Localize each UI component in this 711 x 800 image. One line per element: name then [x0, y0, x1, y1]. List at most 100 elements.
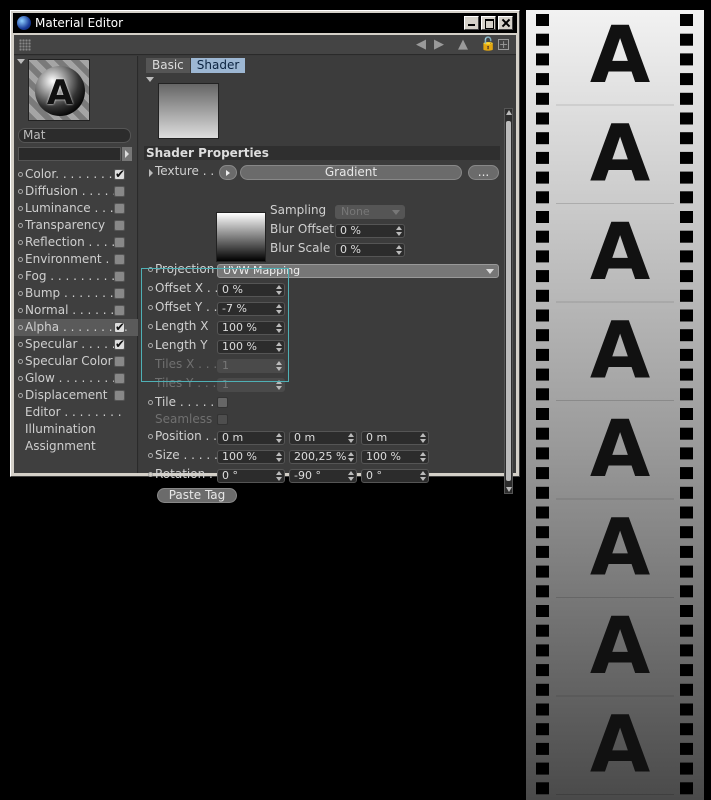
keyframe-dot-icon[interactable]: [148, 324, 153, 329]
channel-reflection[interactable]: Reflection . . . .: [14, 234, 138, 251]
spinner-icon[interactable]: [396, 245, 402, 255]
keyframe-dot-icon[interactable]: [148, 305, 153, 310]
maximize-button[interactable]: [481, 16, 496, 30]
channel-checkbox[interactable]: [114, 390, 125, 401]
channel-checkbox[interactable]: [114, 336, 125, 353]
channel-checkbox[interactable]: [114, 203, 125, 214]
close-button[interactable]: [498, 16, 513, 30]
channel-specular-color[interactable]: Specular Color: [14, 353, 138, 370]
channel-checkbox[interactable]: [114, 373, 125, 384]
tab-basic[interactable]: Basic: [146, 58, 190, 73]
arrow-right-icon[interactable]: ▶: [432, 38, 446, 52]
keyframe-dot-icon[interactable]: [18, 342, 23, 347]
offset-x-input[interactable]: 0 %: [217, 283, 285, 297]
spinner-icon[interactable]: [348, 471, 354, 481]
channel-checkbox[interactable]: [114, 319, 125, 336]
grip-icon[interactable]: [19, 39, 31, 51]
material-name-field[interactable]: Mat: [18, 128, 131, 143]
channel-bump[interactable]: Bump . . . . . . . .: [14, 285, 138, 302]
lock-icon[interactable]: 🔓: [480, 38, 496, 52]
keyframe-dot-icon[interactable]: [148, 453, 153, 458]
keyframe-dot-icon[interactable]: [18, 308, 23, 313]
blur-offset-input[interactable]: 0 %: [335, 224, 405, 238]
channel-checkbox[interactable]: [114, 271, 125, 282]
channel-checkbox[interactable]: [114, 254, 125, 265]
scroll-thumb[interactable]: [506, 121, 511, 481]
spinner-icon[interactable]: [276, 452, 282, 462]
keyframe-dot-icon[interactable]: [18, 240, 23, 245]
channel-normal[interactable]: Normal . . . . . .: [14, 302, 138, 319]
keyframe-dot-icon[interactable]: [148, 267, 153, 272]
spinner-icon[interactable]: [396, 226, 402, 236]
title-bar[interactable]: Material Editor: [13, 13, 517, 33]
keyframe-dot-icon[interactable]: [18, 274, 23, 279]
keyframe-dot-icon[interactable]: [18, 206, 23, 211]
keyframe-dot-icon[interactable]: [18, 359, 23, 364]
length-y-input[interactable]: 100 %: [217, 340, 285, 354]
channel-checkbox[interactable]: [114, 237, 125, 248]
tile-checkbox[interactable]: [217, 397, 228, 408]
keyframe-dot-icon[interactable]: [18, 172, 23, 177]
channel-environment[interactable]: Environment . .: [14, 251, 138, 268]
spinner-icon[interactable]: [348, 433, 354, 443]
spinner-icon[interactable]: [420, 433, 426, 443]
keyframe-dot-icon[interactable]: [148, 472, 153, 477]
texture-menu-button[interactable]: [219, 165, 237, 180]
channel-color[interactable]: Color. . . . . . . .: [14, 166, 138, 183]
channel-checkbox[interactable]: [114, 356, 125, 367]
texture-expand-icon[interactable]: [149, 169, 153, 177]
rotation-b-input[interactable]: 0 °: [361, 469, 429, 483]
scroll-down-icon[interactable]: [506, 487, 512, 492]
spinner-icon[interactable]: [276, 471, 282, 481]
channel-luminance[interactable]: Luminance . . .: [14, 200, 138, 217]
position-x-input[interactable]: 0 m: [217, 431, 285, 445]
channel-illumination[interactable]: Illumination: [14, 421, 138, 438]
projection-dropdown[interactable]: UVW Mapping: [217, 264, 499, 278]
channel-specular[interactable]: Specular . . . . .: [14, 336, 138, 353]
paste-tag-button[interactable]: Paste Tag: [157, 488, 237, 503]
channel-checkbox[interactable]: [114, 305, 125, 316]
channel-diffusion[interactable]: Diffusion . . . . . .: [14, 183, 138, 200]
rotation-h-input[interactable]: 0 °: [217, 469, 285, 483]
new-window-icon[interactable]: +: [498, 39, 509, 50]
keyframe-dot-icon[interactable]: [148, 286, 153, 291]
scroll-up-icon[interactable]: [506, 110, 512, 115]
channel-transparency[interactable]: Transparency: [14, 217, 138, 234]
size-y-input[interactable]: 200,25 %: [289, 450, 357, 464]
spinner-icon[interactable]: [348, 452, 354, 462]
rotation-p-input[interactable]: -90 °: [289, 469, 357, 483]
size-z-input[interactable]: 100 %: [361, 450, 429, 464]
material-link-field[interactable]: [18, 147, 121, 161]
keyframe-dot-icon[interactable]: [18, 325, 23, 330]
length-x-input[interactable]: 100 %: [217, 321, 285, 335]
keyframe-dot-icon[interactable]: [18, 376, 23, 381]
keyframe-dot-icon[interactable]: [18, 189, 23, 194]
texture-gradient-button[interactable]: Gradient: [240, 165, 462, 180]
spinner-icon[interactable]: [276, 433, 282, 443]
gradient-swatch[interactable]: [216, 212, 266, 262]
spinner-icon[interactable]: [420, 452, 426, 462]
position-y-input[interactable]: 0 m: [289, 431, 357, 445]
panel-scrollbar[interactable]: [504, 108, 513, 494]
position-z-input[interactable]: 0 m: [361, 431, 429, 445]
channel-displacement[interactable]: Displacement: [14, 387, 138, 404]
channel-checkbox[interactable]: [114, 288, 125, 299]
minimize-button[interactable]: [464, 16, 479, 30]
spinner-icon[interactable]: [420, 471, 426, 481]
channel-assignment[interactable]: Assignment: [14, 438, 138, 455]
channel-checkbox[interactable]: [114, 220, 125, 231]
keyframe-dot-icon[interactable]: [18, 223, 23, 228]
texture-more-button[interactable]: ...: [468, 165, 499, 180]
shader-preview-arrow-icon[interactable]: [146, 77, 154, 82]
material-preview[interactable]: A: [28, 59, 90, 121]
keyframe-dot-icon[interactable]: [18, 393, 23, 398]
offset-y-input[interactable]: -7 %: [217, 302, 285, 316]
keyframe-dot-icon[interactable]: [148, 400, 153, 405]
keyframe-dot-icon[interactable]: [148, 434, 153, 439]
channel-checkbox[interactable]: [114, 186, 125, 197]
keyframe-dot-icon[interactable]: [18, 257, 23, 262]
spinner-icon[interactable]: [276, 323, 282, 333]
spinner-icon[interactable]: [276, 342, 282, 352]
preview-menu-arrow-icon[interactable]: [17, 59, 25, 64]
size-x-input[interactable]: 100 %: [217, 450, 285, 464]
